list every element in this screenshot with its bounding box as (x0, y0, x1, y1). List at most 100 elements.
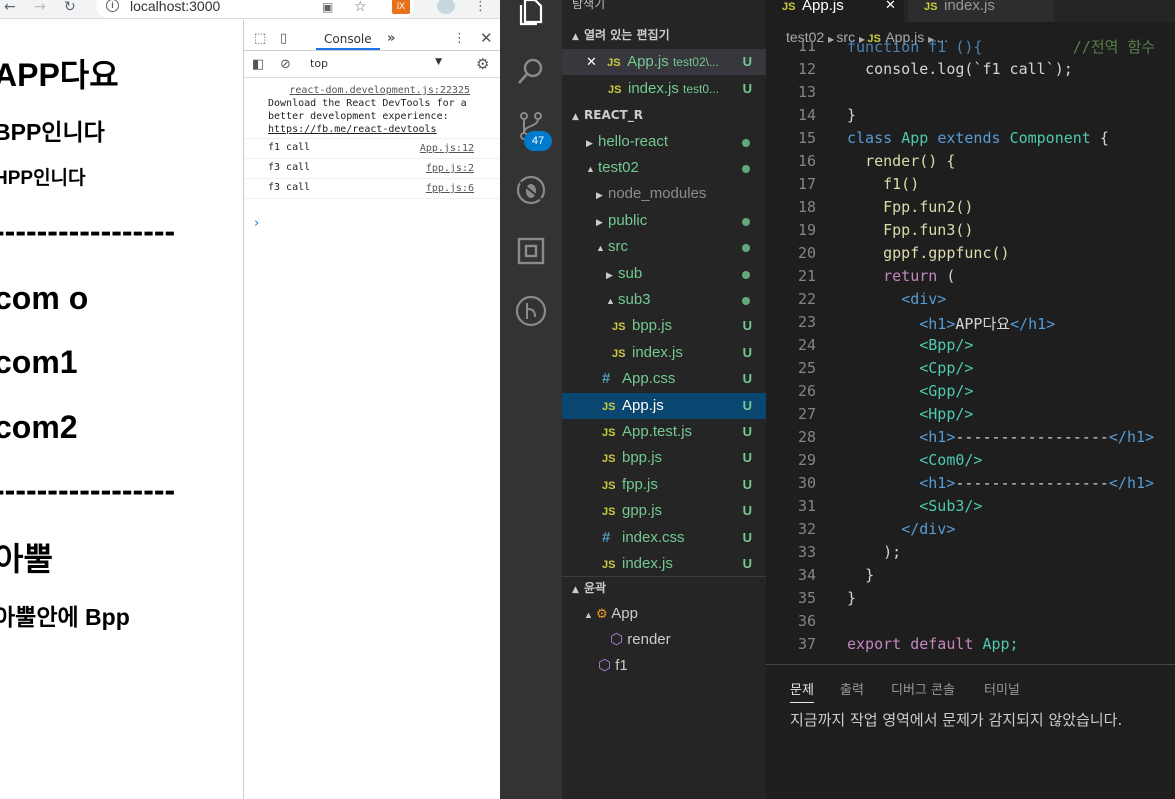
debug-icon[interactable] (515, 174, 547, 206)
tree-folder[interactable]: ▲ src (562, 234, 766, 260)
settings-gear-icon[interactable]: ⚙ (476, 57, 489, 72)
code-token: default (910, 635, 974, 653)
back-icon[interactable]: ← (4, 0, 16, 16)
tab-problems[interactable]: 문제 (790, 679, 814, 703)
log-source[interactable]: fpp.js:2 (426, 162, 474, 175)
line-number: 21 (797, 267, 816, 285)
tab-app-js[interactable]: JS App.js ✕ (766, 0, 904, 22)
code-line-26: <Gpp/> (847, 382, 973, 400)
outline-header[interactable]: ▲ 윤곽 (562, 576, 766, 598)
profile-avatar[interactable] (437, 0, 455, 14)
log-source[interactable]: react-dom.development.js:22325 (268, 84, 497, 97)
devtools-menu-icon[interactable]: ⋮ (453, 32, 466, 46)
tree-file[interactable]: # index.css U (562, 525, 766, 551)
tab-terminal[interactable]: 터미널 (984, 679, 1020, 698)
close-icon[interactable]: ✕ (586, 54, 597, 69)
open-editor-name: App.js (627, 53, 669, 70)
git-status: U (742, 503, 752, 518)
open-editors-header[interactable]: ▲ 열려 있는 편집기 (562, 24, 766, 46)
tree-folder[interactable]: ▲ test02 (562, 155, 766, 181)
menu-kebab-icon[interactable]: ⋮ (474, 0, 487, 16)
code-token: } (865, 566, 875, 584)
open-editor-item[interactable]: ✕ JS App.js test02\... U (562, 49, 766, 75)
code-token: f1() (883, 175, 920, 193)
tree-file[interactable]: JS App.test.js U (562, 419, 766, 445)
git-status: U (742, 371, 752, 386)
clear-console-icon[interactable]: ⊘ (280, 58, 291, 72)
code-token: } (847, 106, 857, 124)
git-dot (742, 165, 750, 173)
tree-folder[interactable]: ▶ node_modules (562, 181, 766, 207)
log-text: Download the React DevTools for a better… (268, 98, 467, 122)
line-number: 13 (797, 83, 816, 101)
tree-file[interactable]: # App.css U (562, 366, 766, 392)
line-number: 18 (797, 198, 816, 216)
git-status: U (742, 318, 752, 333)
tree-file[interactable]: JS index.js U (562, 551, 766, 577)
tree-file[interactable]: JS fpp.js U (562, 472, 766, 498)
bookmark-star-icon[interactable]: ☆ (354, 0, 367, 16)
log-source[interactable]: App.js:12 (420, 142, 474, 155)
close-icon[interactable]: ✕ (885, 0, 896, 11)
tree-file[interactable]: JS bpp.js U (562, 313, 766, 339)
tree-folder[interactable]: ▶ sub (562, 261, 766, 287)
extension-icon[interactable]: lX (392, 0, 410, 14)
tree-file[interactable]: JS index.js U (562, 340, 766, 366)
tab-debug-console[interactable]: 디버그 콘솔 (891, 679, 955, 698)
tree-file[interactable]: JS bpp.js U (562, 445, 766, 471)
git-graph-icon[interactable] (515, 295, 547, 327)
project-label: REACT_R (584, 108, 643, 122)
chevron-down-icon: ▲ (572, 112, 579, 122)
close-devtools-icon[interactable]: ✕ (480, 31, 493, 46)
code-line-29: <Com0/> (847, 451, 982, 469)
inspect-element-icon[interactable]: ⬚ (254, 32, 266, 46)
console-prompt[interactable]: › (254, 216, 259, 231)
js-file-icon: JS (602, 559, 616, 571)
tab-index-js[interactable]: JS index.js (908, 0, 1054, 22)
code-token: extends (937, 129, 1001, 147)
chevron-down-icon: ▲ (584, 610, 593, 620)
line-number: 28 (797, 428, 816, 446)
tab-console[interactable]: Console (316, 30, 380, 50)
extensions-icon[interactable] (515, 235, 547, 267)
open-editor-item[interactable]: JS index.js test0... U (562, 76, 766, 102)
outline-label: render (627, 631, 671, 648)
tree-folder[interactable]: ▶ public (562, 208, 766, 234)
outline-item[interactable]: ⬡ render (562, 627, 766, 653)
tree-folder[interactable]: ▶ hello-react (562, 129, 766, 155)
info-icon[interactable]: i (106, 0, 119, 12)
outline-item[interactable]: ⬡ f1 (562, 653, 766, 679)
source-control-badge: 47 (524, 131, 552, 151)
url-text: localhost:3000 (130, 0, 221, 14)
code-token: function f1 (){ (847, 38, 983, 56)
search-icon[interactable] (515, 55, 547, 87)
log-text: f1 call (268, 142, 311, 153)
tab-output[interactable]: 출력 (840, 679, 864, 698)
line-number: 23 (797, 313, 816, 331)
code-token: class (847, 129, 893, 147)
more-tabs-icon[interactable]: » (387, 32, 395, 46)
log-link[interactable]: https://fb.me/react-devtools (268, 124, 437, 135)
log-source[interactable]: fpp.js:6 (426, 182, 474, 195)
outline-item[interactable]: ▲ ⚙ App (562, 601, 766, 627)
translate-icon[interactable]: ▣ (322, 0, 333, 16)
git-dot (742, 244, 750, 252)
reload-icon[interactable]: ↻ (64, 0, 76, 16)
code-token: Fpp.fun3() (883, 221, 974, 239)
code-line-20: gppf.gppfunc() (847, 244, 1009, 262)
tree-label: sub3 (618, 291, 651, 308)
project-header[interactable]: ▲ REACT_R (562, 104, 766, 126)
sidebar-toggle-icon[interactable]: ◧ (252, 58, 264, 72)
device-toolbar-icon[interactable]: ▯ (280, 32, 287, 46)
line-number: 16 (797, 152, 816, 170)
explorer-files-icon[interactable] (515, 0, 547, 28)
context-select[interactable]: top ▼ (310, 57, 446, 73)
tree-file[interactable]: JS gpp.js U (562, 498, 766, 524)
code-editor[interactable]: 11 12 13 14 15 16 17 18 19 20 21 22 23 24 25 26 27 28 29 30… (766, 36, 1175, 663)
tree-file[interactable]: JS App.js U (562, 393, 766, 419)
forward-icon[interactable]: → (34, 0, 46, 16)
code-token: } (847, 589, 857, 607)
line-number: 15 (797, 129, 816, 147)
tree-folder[interactable]: ▲ sub3 (562, 287, 766, 313)
code-line-31: <Sub3/> (847, 497, 982, 515)
